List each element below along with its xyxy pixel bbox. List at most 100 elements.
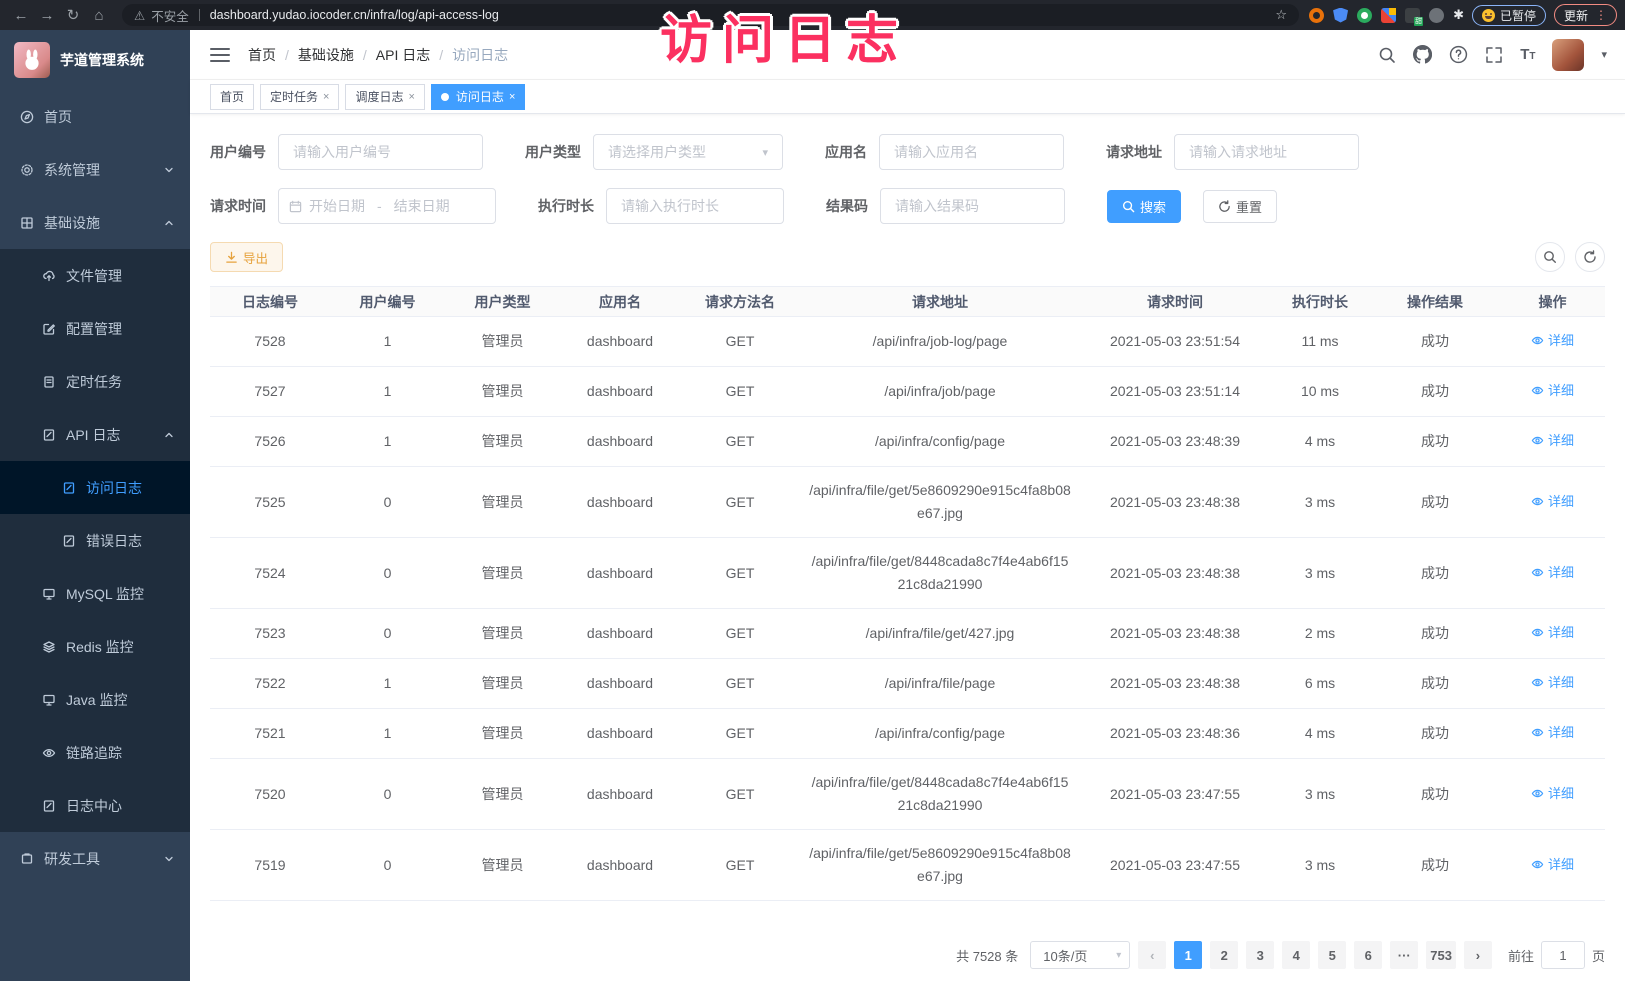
browser-menu-icon[interactable]: ⋮ (1595, 8, 1607, 22)
request-time-range-picker[interactable]: 开始日期 - 结束日期 (278, 188, 496, 224)
extension-shield-icon[interactable] (1333, 8, 1348, 23)
duration-input[interactable]: 请输入执行时长 (606, 188, 784, 224)
prev-page-button[interactable]: ‹ (1138, 941, 1166, 969)
sidebar-item-config-management[interactable]: 配置管理 (0, 302, 190, 355)
page-button-753[interactable]: 753 (1426, 941, 1456, 969)
app-name-input[interactable]: 请输入应用名 (879, 134, 1064, 170)
page-button-6[interactable]: 6 (1354, 941, 1382, 969)
detail-link[interactable]: 详细 (1531, 721, 1574, 744)
extension-green-icon[interactable] (1357, 8, 1372, 23)
detail-link[interactable]: 详细 (1531, 429, 1574, 452)
sidebar-item-error-log[interactable]: 错误日志 (0, 514, 190, 567)
sidebar-item-java-monitor[interactable]: Java 监控 (0, 673, 190, 726)
eye-icon (1531, 787, 1544, 800)
page-button-3[interactable]: 3 (1246, 941, 1274, 969)
export-button[interactable]: 导出 (210, 242, 283, 272)
close-icon[interactable]: × (408, 91, 414, 103)
tab-home[interactable]: 首页 (210, 84, 254, 110)
detail-label: 详细 (1548, 561, 1574, 584)
avatar-caret-icon[interactable]: ▾ (1601, 48, 1607, 61)
chevron-up-icon (164, 218, 174, 228)
bookmark-star-icon[interactable]: ☆ (1275, 7, 1287, 23)
user-id-input[interactable]: 请输入用户编号 (278, 134, 483, 170)
page-button-1[interactable]: 1 (1174, 941, 1202, 969)
sidebar-item-scheduled-jobs[interactable]: 定时任务 (0, 355, 190, 408)
extension-puzzle-icon[interactable] (1429, 8, 1444, 23)
fullscreen-icon[interactable] (1485, 46, 1503, 64)
detail-link[interactable]: 详细 (1531, 853, 1574, 876)
table-row: 7527 1 管理员 dashboard GET /api/infra/job/… (210, 367, 1605, 417)
extension-paw-icon[interactable]: ✱ (1453, 7, 1464, 23)
hamburger-icon[interactable] (210, 47, 230, 63)
refresh-table-button[interactable] (1575, 242, 1605, 272)
cell-user-id: 1 (330, 318, 445, 365)
security-label[interactable]: 不安全 (151, 6, 189, 25)
search-icon[interactable] (1378, 46, 1396, 64)
breadcrumb-infra[interactable]: 基础设施 (298, 45, 354, 65)
browser-forward-icon[interactable]: → (34, 7, 60, 24)
close-icon[interactable]: × (509, 91, 515, 103)
github-icon[interactable] (1413, 45, 1432, 64)
detail-link[interactable]: 详细 (1531, 671, 1574, 694)
result-code-input[interactable]: 请输入结果码 (880, 188, 1065, 224)
table-row: 7528 1 管理员 dashboard GET /api/infra/job-… (210, 317, 1605, 367)
update-button[interactable]: 更新 ⋮ (1554, 4, 1617, 26)
sidebar-item-mysql-monitor[interactable]: MySQL 监控 (0, 567, 190, 620)
close-icon[interactable]: × (323, 91, 329, 103)
cell-app-name: dashboard (560, 710, 680, 757)
user-type-select[interactable]: 请选择用户类型▾ (593, 134, 783, 170)
sidebar-item-dev-tools[interactable]: 研发工具 (0, 832, 190, 885)
address-bar[interactable]: ⚠ 不安全 dashboard.yudao.iocoder.cn/infra/l… (122, 4, 1299, 26)
sidebar-item-infra[interactable]: 基础设施 (0, 196, 190, 249)
font-size-icon[interactable]: TT (1520, 46, 1535, 63)
app-logo[interactable]: 芋道管理系统 (0, 30, 190, 90)
log-center-icon (42, 799, 56, 813)
url-text[interactable]: dashboard.yudao.iocoder.cn/infra/log/api… (210, 8, 499, 22)
detail-link[interactable]: 详细 (1531, 329, 1574, 352)
sidebar-item-api-log[interactable]: API 日志 (0, 408, 190, 461)
browser-home-icon[interactable]: ⌂ (86, 7, 112, 24)
sidebar-item-system[interactable]: 系统管理 (0, 143, 190, 196)
breadcrumb-home[interactable]: 首页 (248, 45, 276, 65)
tab-scheduled-jobs[interactable]: 定时任务× (260, 84, 339, 110)
detail-link[interactable]: 详细 (1531, 621, 1574, 644)
cell-log-id: 7528 (210, 318, 330, 365)
page-button-5[interactable]: 5 (1318, 941, 1346, 969)
toggle-search-button[interactable] (1535, 242, 1565, 272)
next-page-button[interactable]: › (1464, 941, 1492, 969)
user-avatar[interactable] (1552, 39, 1584, 71)
page-ellipsis[interactable]: ··· (1390, 941, 1418, 969)
breadcrumb-api-log[interactable]: API 日志 (376, 45, 430, 65)
detail-link[interactable]: 详细 (1531, 782, 1574, 805)
tab-access-log[interactable]: 访问日志× (431, 84, 525, 110)
extension-grid-icon[interactable] (1381, 8, 1396, 23)
tab-schedule-log[interactable]: 调度日志× (345, 84, 424, 110)
request-url-input[interactable]: 请输入请求地址 (1174, 134, 1359, 170)
detail-link[interactable]: 详细 (1531, 379, 1574, 402)
help-icon[interactable] (1449, 45, 1468, 64)
sidebar-item-redis-monitor[interactable]: Redis 监控 (0, 620, 190, 673)
paused-badge[interactable]: 已暂停 (1472, 5, 1546, 26)
sidebar-item-log-center[interactable]: 日志中心 (0, 779, 190, 832)
extension-icons: 甜 ✱ (1309, 7, 1464, 23)
extension-donut-icon[interactable] (1309, 8, 1324, 23)
detail-link[interactable]: 详细 (1531, 490, 1574, 513)
detail-link[interactable]: 详细 (1531, 561, 1574, 584)
page-button-2[interactable]: 2 (1210, 941, 1238, 969)
sidebar-item-file-management[interactable]: 文件管理 (0, 249, 190, 302)
page-size-select[interactable]: 10条/页 ▾ (1030, 941, 1130, 969)
sidebar-item-home[interactable]: 首页 (0, 90, 190, 143)
browser-back-icon[interactable]: ← (8, 7, 34, 24)
breadcrumb-current: 访问日志 (452, 45, 508, 65)
reset-button[interactable]: 重置 (1203, 190, 1277, 223)
sidebar-item-tracing[interactable]: 链路追踪 (0, 726, 190, 779)
page-button-4[interactable]: 4 (1282, 941, 1310, 969)
sidebar-item-label: Redis 监控 (66, 637, 134, 657)
extension-dark-icon[interactable]: 甜 (1405, 8, 1420, 23)
search-button[interactable]: 搜索 (1107, 190, 1181, 223)
browser-reload-icon[interactable]: ↻ (60, 6, 86, 24)
chevron-down-icon (164, 854, 174, 864)
sidebar-item-access-log[interactable]: 访问日志 (0, 461, 190, 514)
cell-result: 成功 (1370, 771, 1500, 818)
jump-page-input[interactable] (1541, 941, 1585, 969)
